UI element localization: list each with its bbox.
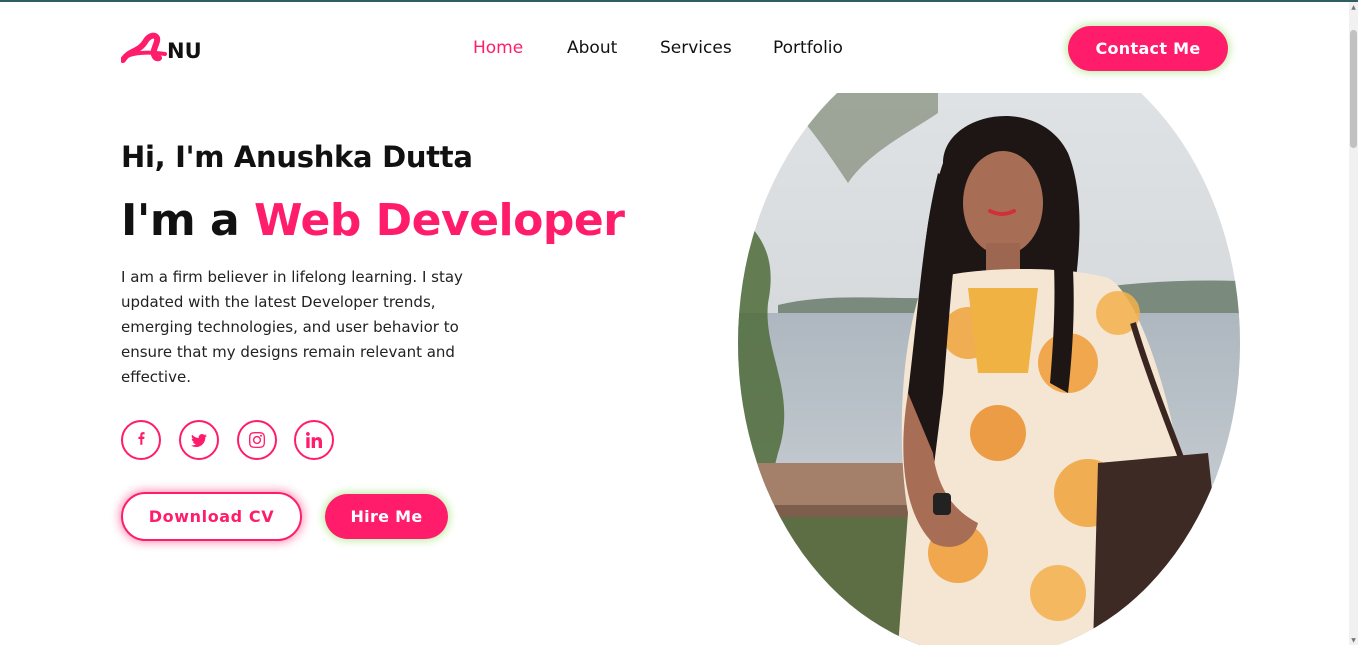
role-prefix: I'm a xyxy=(121,195,255,246)
facebook-link[interactable] xyxy=(121,420,161,460)
twitter-icon xyxy=(191,434,207,447)
site-logo[interactable]: NU xyxy=(121,32,202,64)
hero-bio: I am a firm believer in lifelong learnin… xyxy=(121,268,463,386)
linkedin-link[interactable] xyxy=(294,420,334,460)
page-scrollbar[interactable]: ▲ ▼ xyxy=(1349,2,1358,645)
role-highlight: Web Developer xyxy=(254,195,625,246)
nav-home[interactable]: Home xyxy=(473,38,523,58)
logo-text: NU xyxy=(167,39,202,63)
profile-photo xyxy=(738,93,1241,645)
scroll-down-arrow-icon[interactable]: ▼ xyxy=(1350,637,1357,645)
download-cv-button[interactable]: Download CV xyxy=(121,492,302,541)
scroll-up-arrow-icon[interactable]: ▲ xyxy=(1350,4,1357,12)
profile-photo-illustration xyxy=(738,93,1240,645)
logo-mark-icon xyxy=(121,32,167,63)
nav-portfolio[interactable]: Portfolio xyxy=(773,38,843,58)
hero-role: I'm a Web Developer xyxy=(121,195,625,246)
nav-services[interactable]: Services xyxy=(660,38,732,58)
instagram-icon xyxy=(249,432,265,448)
linkedin-icon xyxy=(306,432,322,448)
instagram-link[interactable] xyxy=(237,420,277,460)
hire-me-button[interactable]: Hire Me xyxy=(325,494,448,539)
nav-about[interactable]: About xyxy=(567,38,617,58)
contact-me-button[interactable]: Contact Me xyxy=(1068,26,1228,71)
facebook-icon xyxy=(138,432,145,445)
scrollbar-thumb[interactable] xyxy=(1350,30,1357,148)
hero-greeting: Hi, I'm Anushka Dutta xyxy=(121,140,473,174)
twitter-link[interactable] xyxy=(179,420,219,460)
portfolio-page: NU Home About Services Portfolio Contact… xyxy=(0,0,1358,645)
